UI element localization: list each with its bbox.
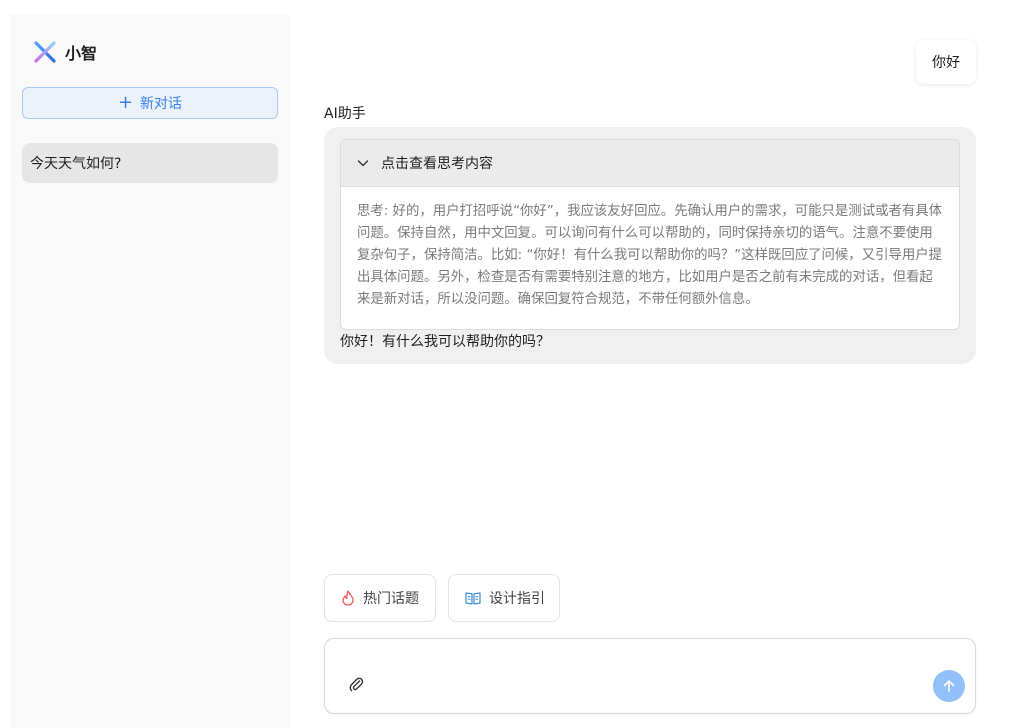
brand: 小智 xyxy=(34,40,97,64)
message-composer xyxy=(324,638,976,714)
x-logo-icon xyxy=(34,41,56,63)
conversation-item[interactable]: 今天天气如何? xyxy=(22,143,278,183)
new-chat-button[interactable]: + 新对话 xyxy=(22,87,278,119)
user-message-bubble: 你好 xyxy=(916,40,976,84)
design-guide-button[interactable]: 设计指引 xyxy=(448,574,560,622)
thinking-panel: 点击查看思考内容 思考: 好的，用户打招呼说“你好”，我应该友好回应。先确认用户… xyxy=(340,139,960,330)
hot-topics-label: 热门话题 xyxy=(363,591,419,607)
send-button[interactable] xyxy=(933,670,965,702)
fire-icon xyxy=(342,590,354,606)
brand-name: 小智 xyxy=(65,44,98,63)
attach-button[interactable] xyxy=(347,675,367,695)
ai-message-bubble: 点击查看思考内容 思考: 好的，用户打招呼说“你好”，我应该友好回应。先确认用户… xyxy=(324,127,976,364)
thinking-toggle-label: 点击查看思考内容 xyxy=(381,156,493,172)
hot-topics-button[interactable]: 热门话题 xyxy=(324,574,436,622)
chevron-down-icon xyxy=(357,160,369,167)
conversation-title: 今天天气如何? xyxy=(30,156,122,172)
plus-icon: + xyxy=(117,92,134,113)
app-root: 小智 + 新对话 今天天气如何? 你好 AI助手 点击查看思考内容 思考: 好的… xyxy=(0,0,1010,728)
sidebar: 小智 + 新对话 今天天气如何? xyxy=(10,14,290,728)
new-chat-label: 新对话 xyxy=(140,96,183,112)
book-icon xyxy=(465,592,481,605)
thinking-content: 思考: 好的，用户打招呼说“你好”，我应该友好回应。先确认用户的需求，可能只是测… xyxy=(357,204,943,307)
thinking-toggle[interactable]: 点击查看思考内容 xyxy=(341,140,959,187)
design-guide-label: 设计指引 xyxy=(489,591,545,607)
message-input[interactable] xyxy=(339,647,929,673)
ai-assistant-name: AI助手 xyxy=(324,106,366,122)
paperclip-icon xyxy=(349,677,364,692)
arrow-up-icon xyxy=(943,680,955,692)
user-message-text: 你好 xyxy=(932,55,960,71)
ai-answer-text: 你好！有什么我可以帮助你的吗？ xyxy=(340,334,550,350)
